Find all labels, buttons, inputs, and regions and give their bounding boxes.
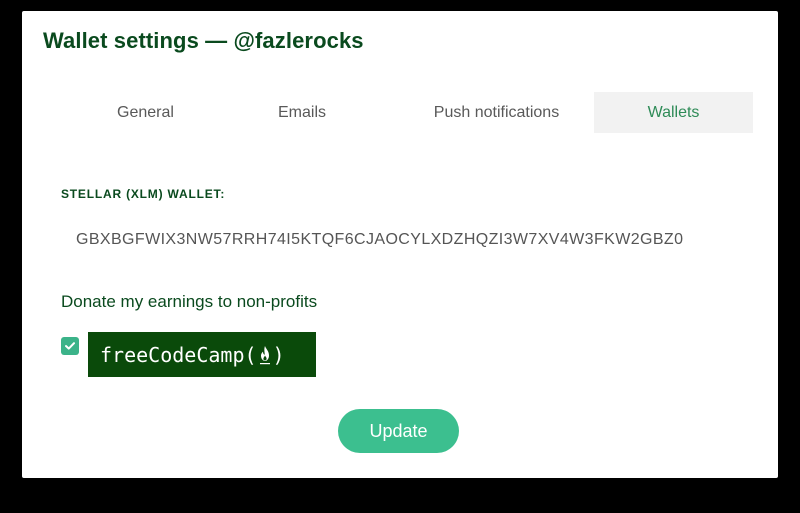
freecodecamp-logo: freeCodeCamp( ) [88, 332, 316, 377]
org-name-suffix: ) [272, 342, 285, 367]
tab-general[interactable]: General [58, 92, 233, 133]
tab-wallets[interactable]: Wallets [594, 92, 753, 133]
update-button[interactable]: Update [338, 409, 459, 453]
flame-icon [259, 345, 270, 364]
donate-checkbox[interactable] [61, 337, 79, 355]
tab-emails[interactable]: Emails [233, 92, 371, 133]
org-name-text: freeCodeCamp( [100, 342, 257, 367]
tab-push-notifications[interactable]: Push notifications [387, 92, 606, 133]
wallet-address-input[interactable] [61, 219, 723, 261]
settings-tabs: General Emails Push notifications Wallet… [58, 92, 753, 133]
org-name: freeCodeCamp( ) [100, 343, 285, 367]
checkmark-icon [65, 342, 75, 350]
settings-panel: Wallet settings — @fazlerocks General Em… [22, 11, 778, 478]
wallet-field-label: STELLAR (XLM) WALLET: [61, 187, 226, 201]
page-title: Wallet settings — @fazlerocks [43, 28, 364, 53]
donate-label: Donate my earnings to non-profits [61, 292, 318, 311]
